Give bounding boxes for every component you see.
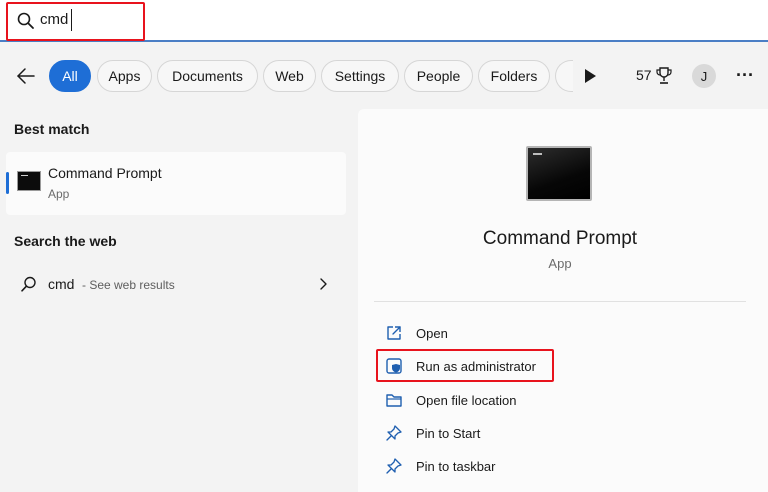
tab-label: Folders <box>490 68 538 84</box>
action-label: Open <box>416 326 448 341</box>
search-web-heading: Search the web <box>14 233 117 249</box>
selection-indicator <box>6 172 9 194</box>
divider <box>374 301 746 302</box>
tab-apps[interactable]: Apps <box>97 60 152 92</box>
web-search-result[interactable]: cmd - See web results <box>6 267 346 301</box>
tab-folders[interactable]: Folders <box>478 60 550 92</box>
pin-icon <box>386 458 402 474</box>
action-open-file-location[interactable]: Open file location <box>378 386 718 414</box>
tab-all[interactable]: All <box>49 60 91 92</box>
tab-label: Documents <box>172 68 243 84</box>
trophy-icon[interactable] <box>655 66 673 86</box>
tab-label: People <box>416 68 461 84</box>
tab-label: Web <box>275 68 304 84</box>
tab-label: All <box>62 68 78 84</box>
open-icon <box>387 326 401 340</box>
back-arrow-icon[interactable] <box>15 65 37 87</box>
result-subtitle: App <box>48 187 70 201</box>
tab-people[interactable]: People <box>404 60 473 92</box>
highlight-box-search <box>6 2 145 41</box>
chevron-right-icon <box>320 278 327 290</box>
avatar[interactable]: J <box>692 64 716 88</box>
tab-web[interactable]: Web <box>263 60 316 92</box>
search-icon <box>21 276 36 292</box>
more-options-icon[interactable]: ··· <box>735 64 755 88</box>
web-query: cmd <box>48 276 75 292</box>
best-match-result[interactable]: Command Prompt App <box>6 152 346 215</box>
action-label: Pin to taskbar <box>416 459 496 474</box>
action-pin-to-start[interactable]: Pin to Start <box>378 419 718 447</box>
rewards-points: 57 <box>636 67 652 83</box>
web-suffix: - See web results <box>82 278 175 292</box>
action-pin-to-taskbar[interactable]: Pin to taskbar <box>378 452 718 480</box>
tab-label: Settings <box>334 68 386 84</box>
action-label: Open file location <box>416 393 517 408</box>
tab-documents[interactable]: Documents <box>157 60 258 92</box>
detail-subtitle: App <box>548 256 572 271</box>
play-icon[interactable] <box>583 68 597 84</box>
folder-icon <box>386 394 402 407</box>
action-label: Pin to Start <box>416 426 481 441</box>
filter-row: All Apps Documents Web Settings People F… <box>0 58 768 94</box>
pin-icon <box>386 425 402 441</box>
detail-title: Command Prompt <box>482 228 638 249</box>
highlight-box-run-as-administrator <box>376 349 554 382</box>
avatar-initial: J <box>700 68 708 84</box>
action-open[interactable]: Open <box>378 319 718 347</box>
tab-partial[interactable] <box>555 60 573 92</box>
result-title: Command Prompt <box>48 165 162 181</box>
tab-settings[interactable]: Settings <box>321 60 399 92</box>
tab-label: Apps <box>108 68 141 84</box>
best-match-heading: Best match <box>14 121 90 137</box>
command-prompt-icon <box>526 146 592 201</box>
command-prompt-icon <box>17 171 41 191</box>
detail-panel: Command Prompt App Open Run as administr… <box>358 109 768 492</box>
